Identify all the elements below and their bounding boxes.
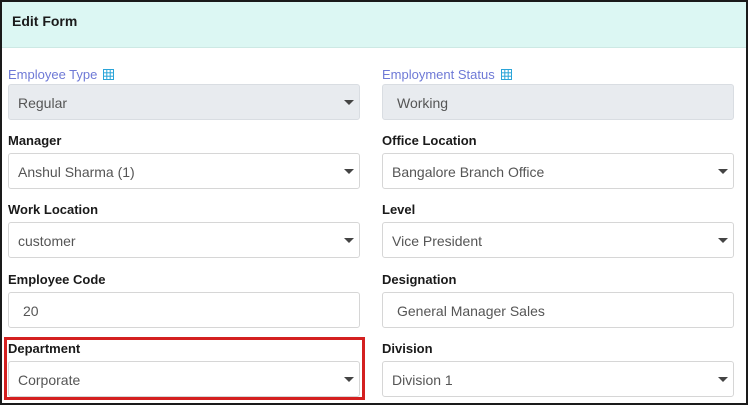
employee-type-select[interactable]: Regular xyxy=(8,84,360,120)
office-location-select[interactable]: Bangalore Branch Office xyxy=(382,153,734,189)
chevron-down-icon xyxy=(718,377,728,382)
grid-icon[interactable] xyxy=(103,69,115,80)
division-value: Division 1 xyxy=(392,372,453,388)
chevron-down-icon xyxy=(718,169,728,174)
manager-value: Anshul Sharma (1) xyxy=(18,164,135,180)
level-select[interactable]: Vice President xyxy=(382,222,734,258)
employment-status-label-text[interactable]: Employment Status xyxy=(382,67,495,82)
chevron-down-icon xyxy=(344,169,354,174)
chevron-down-icon xyxy=(344,238,354,243)
division-label: Division xyxy=(382,341,433,356)
form-header: Edit Form xyxy=(2,2,746,48)
level-label: Level xyxy=(382,202,416,217)
work-location-select[interactable]: customer xyxy=(8,222,360,258)
edit-form-panel: Edit Form Employee Type Regular Employme… xyxy=(0,0,748,405)
designation-value: General Manager Sales xyxy=(397,303,545,319)
employment-status-field[interactable]: Working xyxy=(382,84,734,120)
employee-type-value: Regular xyxy=(18,95,68,111)
work-location-label: Work Location xyxy=(8,202,99,217)
level-value: Vice President xyxy=(392,233,483,249)
employment-status-value: Working xyxy=(397,95,449,111)
employee-code-label: Employee Code xyxy=(8,272,106,287)
form-title: Edit Form xyxy=(12,13,78,29)
employee-code-input[interactable]: 20 xyxy=(8,292,360,328)
employment-status-label[interactable]: Employment Status xyxy=(382,67,512,82)
division-select[interactable]: Division 1 xyxy=(382,361,734,397)
grid-icon[interactable] xyxy=(500,69,512,80)
manager-select[interactable]: Anshul Sharma (1) xyxy=(8,153,360,189)
employee-type-label-text[interactable]: Employee Type xyxy=(8,67,97,82)
work-location-value: customer xyxy=(18,233,76,249)
department-highlight-box xyxy=(4,337,365,400)
designation-label: Designation xyxy=(382,272,457,287)
office-location-value: Bangalore Branch Office xyxy=(392,164,545,180)
employee-type-label[interactable]: Employee Type xyxy=(8,67,115,82)
office-location-label: Office Location xyxy=(382,133,477,148)
manager-label: Manager xyxy=(8,133,62,148)
designation-input[interactable]: General Manager Sales xyxy=(382,292,734,328)
chevron-down-icon xyxy=(344,100,354,105)
chevron-down-icon xyxy=(718,238,728,243)
employee-code-value: 20 xyxy=(23,303,39,319)
